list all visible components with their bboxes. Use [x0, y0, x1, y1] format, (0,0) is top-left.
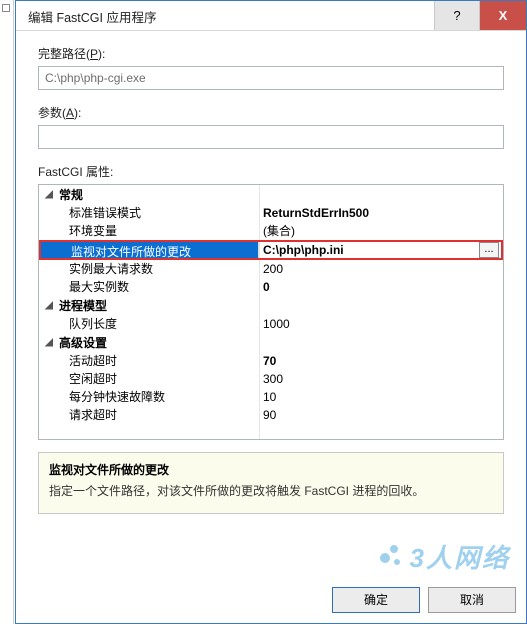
- grid-body: ◢ 常规 标准错误模式 ReturnStdErrIn500 环境变量 (集合) …: [39, 185, 503, 424]
- ok-button[interactable]: 确定: [332, 587, 420, 613]
- dialog-content: 完整路径(P): 参数(A): FastCGI 属性: ◢ 常规 标准错误模式 …: [16, 31, 526, 524]
- label-text: ):: [98, 47, 105, 61]
- parent-menu-glyph: [2, 4, 10, 12]
- group-title: 常规: [59, 186, 83, 203]
- grid-row[interactable]: 最大实例数 0: [39, 278, 503, 296]
- column-divider: [259, 185, 260, 439]
- group-title: 高级设置: [59, 334, 107, 351]
- description-title: 监视对文件所做的更改: [49, 461, 493, 478]
- prop-name: 队列长度: [69, 315, 259, 333]
- window-title: 编辑 FastCGI 应用程序: [16, 1, 168, 30]
- titlebar: 编辑 FastCGI 应用程序 ? X: [16, 1, 526, 31]
- parent-window-edge: [0, 0, 14, 624]
- label-accel: P: [90, 47, 98, 61]
- browse-button[interactable]: ...: [479, 242, 499, 258]
- grid-row[interactable]: 请求超时 90: [39, 406, 503, 424]
- prop-value[interactable]: 10: [259, 388, 503, 406]
- prop-value[interactable]: 1000: [259, 315, 503, 333]
- grid-row[interactable]: 环境变量 (集合): [39, 222, 503, 240]
- prop-value[interactable]: 200: [259, 260, 503, 278]
- grid-row[interactable]: 标准错误模式 ReturnStdErrIn500: [39, 204, 503, 222]
- description-panel: 监视对文件所做的更改 指定一个文件路径，对该文件所做的更改将触发 FastCGI…: [38, 452, 504, 514]
- close-button[interactable]: X: [480, 1, 526, 30]
- prop-value[interactable]: 70: [259, 352, 503, 370]
- group-title: 进程模型: [59, 297, 107, 314]
- description-text: 指定一个文件路径，对该文件所做的更改将触发 FastCGI 进程的回收。: [49, 482, 493, 499]
- group-header-general[interactable]: ◢ 常规: [39, 185, 503, 204]
- prop-name: 空闲超时: [69, 370, 259, 388]
- grid-row[interactable]: 实例最大请求数 200: [39, 260, 503, 278]
- prop-name: 环境变量: [69, 222, 259, 240]
- full-path-label: 完整路径(P):: [38, 45, 504, 62]
- arguments-input[interactable]: [38, 125, 504, 149]
- prop-name: 请求超时: [69, 406, 259, 424]
- watermark-text: 3人网络: [410, 538, 510, 575]
- grid-row-selected[interactable]: 监视对文件所做的更改 C:\php\php.ini ...: [39, 240, 503, 260]
- properties-grid[interactable]: ◢ 常规 标准错误模式 ReturnStdErrIn500 环境变量 (集合) …: [38, 184, 504, 440]
- group-header-advanced[interactable]: ◢ 高级设置: [39, 333, 503, 352]
- full-path-input[interactable]: [38, 66, 504, 90]
- watermark-icon: [376, 543, 404, 571]
- prop-value[interactable]: 90: [259, 406, 503, 424]
- collapse-icon[interactable]: ◢: [43, 337, 55, 348]
- dialog-window: 编辑 FastCGI 应用程序 ? X 完整路径(P): 参数(A): Fast…: [15, 0, 527, 624]
- prop-value-selected[interactable]: C:\php\php.ini: [259, 240, 479, 260]
- grid-row[interactable]: 每分钟快速故障数 10: [39, 388, 503, 406]
- label-text: 参数(: [38, 106, 66, 120]
- help-button[interactable]: ?: [434, 1, 480, 30]
- label-accel: A: [66, 106, 74, 120]
- collapse-icon[interactable]: ◢: [43, 300, 55, 311]
- label-text: 完整路径(: [38, 47, 90, 61]
- prop-name: 实例最大请求数: [69, 260, 259, 278]
- prop-value[interactable]: (集合): [259, 222, 503, 240]
- arguments-label: 参数(A):: [38, 104, 504, 121]
- prop-name: 每分钟快速故障数: [69, 388, 259, 406]
- properties-label: FastCGI 属性:: [38, 163, 504, 180]
- prop-name: 标准错误模式: [69, 204, 259, 222]
- prop-name: 活动超时: [69, 352, 259, 370]
- grid-row[interactable]: 活动超时 70: [39, 352, 503, 370]
- prop-value[interactable]: 300: [259, 370, 503, 388]
- grid-row[interactable]: 队列长度 1000: [39, 315, 503, 333]
- prop-value[interactable]: ReturnStdErrIn500: [259, 204, 503, 222]
- collapse-icon[interactable]: ◢: [43, 189, 55, 200]
- prop-name-selected: 监视对文件所做的更改: [41, 242, 259, 258]
- label-text: ):: [74, 106, 81, 120]
- prop-value[interactable]: 0: [259, 278, 503, 296]
- window-controls: ? X: [434, 1, 526, 30]
- cancel-button[interactable]: 取消: [428, 587, 516, 613]
- group-header-process[interactable]: ◢ 进程模型: [39, 296, 503, 315]
- watermark: 3人网络: [376, 538, 510, 575]
- prop-name: 最大实例数: [69, 278, 259, 296]
- grid-row[interactable]: 空闲超时 300: [39, 370, 503, 388]
- dialog-buttons: 确定 取消: [332, 587, 516, 613]
